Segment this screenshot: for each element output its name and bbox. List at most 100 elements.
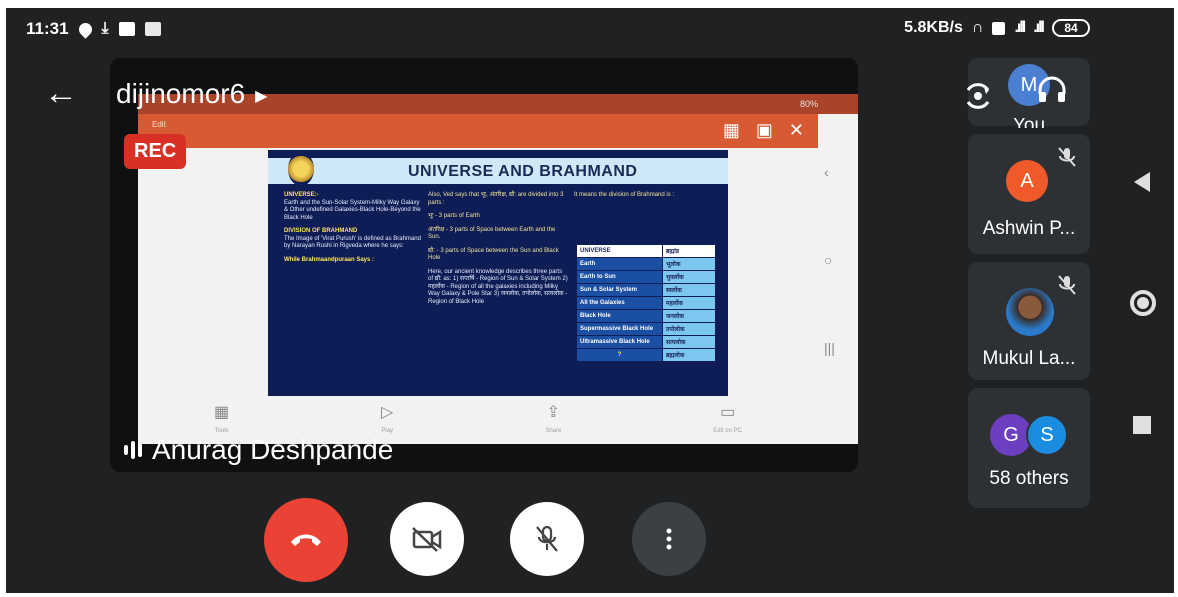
table-row: UNIVERSE ब्रह्मांड: [576, 244, 716, 258]
table-cell: ?: [576, 348, 663, 362]
slide-column-1: UNIVERSE:- Earth and the Sun-Solar System…: [284, 192, 424, 270]
shared-screen: 80% Edit ▦ ▣ ✕ UNIVERSE AND BRAHMAND UNI…: [138, 94, 858, 444]
audio-bars-icon: [124, 441, 142, 459]
slide-text: Earth and the Sun-Solar System-Milky Way…: [284, 199, 421, 221]
camera-off-icon: [412, 527, 442, 552]
end-call-button[interactable]: [264, 498, 348, 582]
slide-text: Here, our ancient knowledge describes th…: [428, 268, 568, 305]
participant-name: Mukul La...: [982, 348, 1076, 369]
table-cell: भूलोक: [662, 257, 716, 271]
slide-text: भूः - 3 parts of Earth: [428, 213, 480, 219]
share-item: ⇪ Share: [545, 402, 561, 444]
play-icon: ▷: [381, 404, 394, 421]
participant-tile-ashwin[interactable]: A Ashwin P...: [968, 134, 1090, 254]
slide-column-2: Also, Ved says that भूः, अंतरिक्ष, द्यौ:…: [428, 192, 568, 312]
back-arrow-icon[interactable]: ←: [44, 76, 78, 110]
ppt-toolbar: Edit ▦ ▣ ✕: [138, 114, 818, 148]
mic-toggle-button[interactable]: [510, 502, 584, 576]
rec-badge: REC: [124, 134, 187, 169]
avatar-photo: [1006, 288, 1054, 336]
more-options-button[interactable]: [632, 502, 706, 576]
participant-tile-others[interactable]: G S 58 others: [968, 388, 1090, 508]
avatar-initial: S: [1040, 423, 1054, 446]
participant-tile-mukul[interactable]: Mukul La...: [968, 262, 1090, 380]
table-cell: भुवर्लोक: [662, 270, 716, 284]
location-icon: [75, 19, 95, 39]
status-left: 11:31 ⤓: [26, 19, 161, 39]
camera-toggle-button[interactable]: [390, 502, 464, 576]
table-cell: स्वर्लोक: [662, 283, 716, 297]
table-cell: सत्यलोक: [662, 335, 716, 349]
shared-recents-icon: |||: [824, 340, 835, 356]
table-row: Ultramassive Black Hole सत्यलोक: [576, 335, 716, 349]
headphone-icon: ∩: [971, 19, 984, 36]
ppt-title: Edit: [152, 120, 166, 129]
table-row: Black Hole जनलोक: [576, 309, 716, 323]
close-icon: ✕: [788, 120, 804, 140]
slideshow-icon: ▣: [755, 120, 773, 140]
slide-text: Also, Ved says that भूः, अंतरिक्ष, द्यौ:…: [428, 192, 564, 206]
phone-hangup-icon: [291, 534, 321, 546]
edit-on-pc-label: Edit on PC: [713, 428, 742, 434]
signal-icon: .ıll: [1014, 19, 1026, 36]
status-bar: 11:31 ⤓ 5.8KB/s ∩ .ıll .ıll 84: [6, 8, 1174, 48]
meet-call-screen: 11:31 ⤓ 5.8KB/s ∩ .ıll .ıll 84 80% Edit …: [6, 8, 1174, 593]
table-cell: Earth to Sun: [576, 270, 663, 284]
battery-level: 84: [1064, 21, 1078, 35]
nav-back-icon[interactable]: [1134, 172, 1150, 192]
status-right: 5.8KB/s ∩ .ıll .ıll 84: [904, 19, 1090, 37]
shared-back-icon: ‹: [824, 164, 829, 180]
speaker-name: Anurag Deshpande: [152, 434, 394, 465]
active-speaker: Anurag Deshpande: [124, 434, 393, 466]
table-cell: ब्रह्मलोक: [662, 348, 716, 362]
table-cell: All the Galaxies: [576, 296, 663, 310]
table-row: ? ब्रह्मलोक: [576, 348, 716, 362]
table-cell: ब्रह्मांड: [662, 244, 716, 258]
table-cell: Supermassive Black Hole: [576, 322, 663, 336]
pc-icon: ▭: [720, 404, 736, 421]
call-controls: [6, 498, 866, 588]
switch-camera-icon[interactable]: [960, 78, 996, 119]
headphones-icon: [1036, 74, 1068, 111]
chevron-right-icon: ▶: [255, 87, 268, 105]
battery-icon: 84: [1052, 19, 1090, 37]
participant-name: Ashwin P...: [982, 218, 1076, 239]
more-vert-icon: [666, 528, 672, 550]
slide: UNIVERSE AND BRAHMAND UNIVERSE:- Earth an…: [268, 150, 728, 396]
table-cell: Black Hole: [576, 309, 663, 323]
presentation-tile[interactable]: 80% Edit ▦ ▣ ✕ UNIVERSE AND BRAHMAND UNI…: [110, 58, 858, 472]
nav-recents-icon[interactable]: [1133, 416, 1151, 434]
mic-off-icon: [1058, 275, 1076, 295]
share-icon: ⇪: [546, 404, 561, 421]
app-notification-icon: [118, 22, 135, 36]
slide-heading: UNIVERSE:-: [284, 192, 319, 198]
emblem-icon: [288, 152, 314, 186]
mic-off-icon: [536, 525, 558, 552]
shared-battery: 80%: [799, 99, 818, 109]
status-time: 11:31: [26, 19, 69, 38]
share-label: Share: [545, 428, 562, 434]
gmail-icon: [144, 22, 161, 36]
table-cell: जनलोक: [662, 309, 716, 323]
table-row: Earth भूलोक: [576, 257, 716, 271]
table-row: Earth to Sun भुवर्लोक: [576, 270, 716, 284]
slide-text: The Image of 'Virat Purush' is defined a…: [284, 235, 421, 250]
avatar-initial: A: [1020, 169, 1034, 192]
shared-nav-controls: ‹ ○ |||: [824, 164, 835, 356]
nav-home-icon[interactable]: [1130, 290, 1156, 316]
slide-heading: While Brahmaandpuraan Says :: [284, 256, 375, 263]
table-cell: Sun & Solar System: [576, 283, 663, 297]
presenter-title[interactable]: dijinomor6 ▶: [116, 78, 267, 110]
presenter-name: dijinomor6: [116, 78, 246, 109]
mic-off-icon: [1058, 147, 1076, 167]
shared-home-icon: ○: [824, 252, 833, 268]
tools-icon: ▦: [213, 404, 230, 421]
volte-icon: [992, 21, 1006, 35]
slide-text: It means the division of Brahmand is :: [574, 192, 675, 198]
avatar: S: [1026, 414, 1068, 456]
table-cell: तपोलोक: [662, 322, 716, 336]
android-nav-bar: [1114, 8, 1174, 593]
universe-table: UNIVERSE ब्रह्मांड Earth भूलोक Earth to Su…: [576, 244, 716, 362]
table-cell: Ultramassive Black Hole: [576, 335, 663, 349]
slide-column-3: It means the division of Brahmand is :: [574, 192, 724, 206]
